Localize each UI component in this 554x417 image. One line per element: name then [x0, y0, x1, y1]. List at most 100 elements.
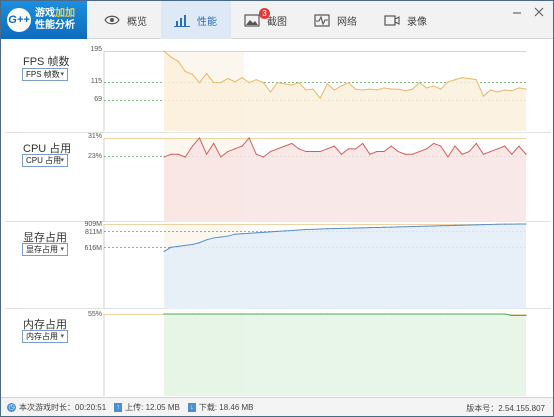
data-point: [376, 226, 378, 229]
minimize-icon[interactable]: [509, 5, 525, 19]
data-point: [319, 313, 321, 315]
data-point: [191, 243, 193, 246]
close-icon[interactable]: [531, 5, 547, 19]
data-point: [284, 230, 286, 232]
chevron-down-icon: ▾: [60, 157, 64, 164]
data-point: [504, 313, 506, 315]
data-point: [447, 156, 449, 158]
data-point: [383, 226, 385, 228]
data-point: [383, 313, 385, 315]
vram-metric-select[interactable]: 显存占用 ▾: [22, 243, 68, 256]
vram-panel: 显存占用 显存占用 ▾ 909M 811M 616M: [5, 221, 551, 309]
data-point: [347, 227, 350, 229]
data-point: [411, 153, 414, 155]
data-point: [461, 224, 463, 226]
data-point: [475, 313, 477, 315]
data-point: [468, 77, 470, 80]
data-point: [170, 153, 172, 155]
status-bar: ◷ 本次游戏时长：00:20:51 ↑ 上传: 12.05 MB ↓ 下载: 1…: [1, 397, 553, 416]
data-point: [355, 227, 357, 229]
data-point: [426, 313, 428, 315]
data-point: [312, 88, 314, 90]
data-point: [305, 228, 307, 231]
tab-performance[interactable]: 性能: [161, 1, 231, 39]
data-point: [525, 153, 527, 155]
data-point: [255, 313, 257, 315]
data-point: [319, 97, 321, 99]
data-point: [404, 313, 406, 315]
data-point: [220, 236, 222, 238]
data-point: [454, 224, 456, 227]
chevron-down-icon: ▾: [60, 333, 64, 340]
data-point: [234, 313, 236, 315]
data-point: [333, 145, 335, 147]
data-point: [433, 225, 435, 227]
data-point: [518, 145, 520, 147]
data-point: [397, 226, 399, 228]
series-area: [164, 314, 526, 396]
data-point: [369, 88, 371, 90]
data-point: [482, 153, 485, 155]
data-point: [184, 70, 186, 73]
data-point: [269, 91, 272, 93]
data-point: [333, 89, 335, 91]
ram-panel: 内存占用 内存占用 ▾ 55%: [5, 310, 551, 396]
ram-metric-select[interactable]: 内存占用 ▾: [22, 330, 68, 343]
fps-panel: FPS 帧数 FPS 帧数 ▾ 195 115 69: [5, 41, 551, 133]
app-window: G++ 游戏加加 性能分析 概览 性能 3 截图 网络 录像 FPS 帧数 FP…: [0, 0, 554, 417]
cpu-chart: [103, 137, 527, 222]
upload-stat: ↑ 上传: 12.05 MB: [114, 402, 180, 413]
data-point: [220, 81, 222, 84]
data-point: [326, 148, 328, 150]
cpu-select-value: CPU 占用: [26, 156, 62, 165]
data-point: [227, 150, 229, 153]
window-controls: [503, 5, 547, 19]
data-point: [418, 313, 421, 315]
data-point: [177, 153, 179, 155]
fps-chart: [103, 50, 527, 131]
download-label: 下载: 18.46 MB: [198, 402, 254, 412]
download-arrow-icon: ↓: [187, 402, 196, 412]
data-point: [489, 150, 492, 153]
tab-recording-label: 录像: [407, 16, 427, 28]
session-time: ◷ 本次游戏时长：00:20:51: [7, 402, 106, 413]
data-point: [447, 81, 449, 83]
data-point: [383, 87, 385, 89]
data-point: [234, 148, 236, 150]
data-point: [291, 229, 293, 232]
tab-overview[interactable]: 概览: [91, 1, 161, 39]
cpu-ytick: 23%: [87, 153, 102, 160]
fps-metric-select[interactable]: FPS 帧数 ▾: [22, 68, 68, 81]
tab-screenshots[interactable]: 3 截图: [231, 1, 301, 39]
data-point: [284, 313, 286, 315]
data-point: [163, 156, 165, 158]
app-logo: G++ 游戏加加 性能分析: [1, 1, 87, 39]
tab-recording[interactable]: 录像: [371, 1, 441, 39]
pulse-icon: [313, 13, 331, 27]
data-point: [213, 81, 215, 84]
cpu-metric-select[interactable]: CPU 占用 ▾: [22, 154, 68, 167]
data-point: [255, 232, 257, 234]
video-icon: [383, 13, 401, 27]
data-point: [511, 153, 513, 155]
upload-label: 上传: 12.05 MB: [125, 402, 180, 412]
tab-network[interactable]: 网络: [301, 1, 371, 39]
data-point: [362, 89, 364, 91]
data-point: [525, 88, 527, 90]
data-point: [234, 233, 236, 235]
ram-ytick: 55%: [87, 311, 102, 318]
data-point: [411, 88, 414, 90]
data-point: [255, 79, 257, 81]
data-point: [482, 313, 485, 315]
data-point: [213, 142, 215, 145]
data-point: [468, 150, 470, 153]
data-point: [440, 88, 442, 90]
data-point: [497, 148, 499, 150]
data-point: [163, 50, 165, 52]
data-point: [511, 90, 513, 92]
data-point: [205, 313, 208, 315]
data-point: [447, 313, 449, 315]
data-point: [326, 83, 328, 85]
data-point: [489, 223, 492, 226]
data-point: [191, 313, 193, 315]
